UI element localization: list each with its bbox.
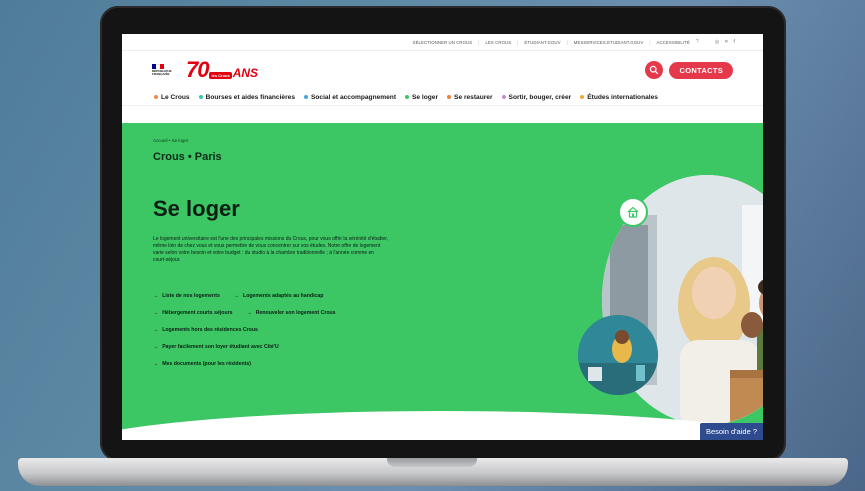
link-payer-loyer[interactable]: → Payer facilement son loyer étudiant av… <box>153 344 279 350</box>
util-link-les-crous[interactable]: LES CROUS <box>485 40 511 45</box>
nav-item-se-restaurer[interactable]: Se restaurer <box>447 94 493 101</box>
arrow-right-icon: → <box>153 310 159 316</box>
link-row: → Logements hors des résidences Crous <box>153 327 413 344</box>
hero-section: Accueil • Se loger Crous • Paris Se loge… <box>122 123 763 440</box>
arrow-right-icon: → <box>153 361 159 367</box>
nav-item-social[interactable]: Social et accompagnement <box>304 94 396 101</box>
bullet-dot-icon <box>447 95 452 99</box>
link-row: → Hébergement courts séjours → Renouvele… <box>153 310 413 327</box>
crous-70-ans-logo[interactable]: 70 les Crous ANS <box>186 57 258 83</box>
nav-item-label: Sortir, bouger, créer <box>508 93 572 101</box>
x-twitter-icon[interactable]: ✕ <box>724 39 728 45</box>
laptop-notch <box>387 458 477 467</box>
utility-bar: SÉLECTIONNER UN CROUS | LES CROUS | ÉTUD… <box>122 34 763 51</box>
link-label: Payer facilement son loyer étudiant avec… <box>162 344 279 350</box>
anniversary-suffix: ANS <box>232 66 259 80</box>
house-icon <box>627 206 639 218</box>
housing-links: → Liste de nos logements → Logements ada… <box>153 293 413 378</box>
header-actions: CONTACTS <box>645 61 733 79</box>
link-renouveler-logement[interactable]: → Renouveler son logement Crous <box>247 310 336 316</box>
bullet-dot-icon <box>405 95 410 99</box>
link-label: Mes documents (pour les résidents) <box>162 361 251 367</box>
browser-screen: SÉLECTIONNER UN CROUS | LES CROUS | ÉTUD… <box>122 34 763 440</box>
arrow-right-icon: → <box>246 310 252 316</box>
arrow-right-icon: → <box>153 344 159 350</box>
link-liste-logements[interactable]: → Liste de nos logements <box>153 293 220 299</box>
bullet-dot-icon <box>501 95 506 99</box>
nav-item-le-crous[interactable]: Le Crous <box>154 94 190 101</box>
main-nav: Le Crous Bourses et aides financières So… <box>122 89 763 106</box>
link-label: Logements hors des résidences Crous <box>162 327 258 333</box>
link-row: → Mes documents (pour les résidents) <box>153 361 413 378</box>
nav-item-sortir[interactable]: Sortir, bouger, créer <box>501 93 572 101</box>
util-separator: | <box>478 39 480 45</box>
link-label: Logements adaptés au handicap <box>243 293 324 299</box>
anniversary-badge: les Crous <box>209 72 232 79</box>
nav-item-label: Se restaurer <box>454 93 493 101</box>
link-mes-documents[interactable]: → Mes documents (pour les résidents) <box>153 361 251 367</box>
bullet-dot-icon <box>304 95 308 99</box>
util-separator: | <box>517 39 519 45</box>
arrow-right-icon: → <box>153 293 159 299</box>
nav-item-label: Se loger <box>412 93 439 101</box>
util-link-select-crous[interactable]: SÉLECTIONNER UN CROUS <box>413 40 473 45</box>
arrow-right-icon: → <box>153 327 159 333</box>
social-links: ◎ ✕ f <box>715 39 735 45</box>
instagram-icon[interactable]: ◎ <box>715 39 719 45</box>
kitchen-photo-illustration <box>578 315 658 395</box>
nav-item-label: Le Crous <box>161 93 190 101</box>
nav-item-bourses[interactable]: Bourses et aides financières <box>198 93 295 101</box>
link-courts-sejours[interactable]: → Hébergement courts séjours <box>153 310 233 316</box>
contacts-button[interactable]: CONTACTS <box>669 61 733 79</box>
page-title: Se loger <box>153 196 240 221</box>
nav-item-label: Bourses et aides financières <box>205 93 295 101</box>
nav-item-etudes-internationales[interactable]: Études internationales <box>580 94 658 101</box>
util-link-accessibilite[interactable]: ACCESSIBILITÉ <box>657 40 690 45</box>
help-circle-icon[interactable]: ? <box>696 39 699 45</box>
marianne-text: RÉPUBLIQUE FRANÇAISE <box>152 68 172 76</box>
util-link-etudiant-gouv[interactable]: ÉTUDIANT.GOUV <box>524 40 560 45</box>
search-icon <box>650 65 659 75</box>
bullet-dot-icon <box>580 95 585 99</box>
site-header: RÉPUBLIQUE FRANÇAISE 70 les Crous ANS CO… <box>122 51 763 89</box>
link-row: → Liste de nos logements → Logements ada… <box>153 293 413 310</box>
bullet-dot-icon <box>154 95 158 99</box>
search-button[interactable] <box>645 61 664 79</box>
republique-francaise-logo[interactable]: RÉPUBLIQUE FRANÇAISE <box>152 63 176 76</box>
util-separator: | <box>566 39 568 45</box>
arrow-right-icon: → <box>233 293 240 299</box>
bullet-dot-icon <box>198 95 203 99</box>
util-separator: | <box>649 39 651 45</box>
link-logements-handicap[interactable]: → Logements adaptés au handicap <box>234 293 324 299</box>
intro-paragraph: Le logement universitaire est l'une des … <box>153 236 388 263</box>
facebook-icon[interactable]: f <box>734 39 736 45</box>
link-label: Hébergement courts séjours <box>162 310 233 316</box>
link-label: Renouveler son logement Crous <box>255 310 336 316</box>
nav-item-label: Social et accompagnement <box>311 93 397 101</box>
breadcrumb[interactable]: Accueil • Se loger <box>153 138 188 143</box>
housing-badge <box>620 199 646 225</box>
help-button[interactable]: Besoin d'aide ? <box>699 423 763 440</box>
nav-item-se-loger[interactable]: Se loger <box>405 94 438 101</box>
link-label: Liste de nos logements <box>162 293 220 299</box>
link-hors-residences[interactable]: → Logements hors des résidences Crous <box>153 327 258 333</box>
crous-site-name: Crous • Paris <box>153 151 222 163</box>
student-kitchen-photo <box>578 315 658 395</box>
nav-item-label: Études internationales <box>587 93 658 101</box>
util-link-messervices[interactable]: MESSERVICES.ETUDIANT.GOUV <box>574 40 644 45</box>
link-row: → Payer facilement son loyer étudiant av… <box>153 344 413 361</box>
anniversary-number: 70 <box>186 57 210 82</box>
